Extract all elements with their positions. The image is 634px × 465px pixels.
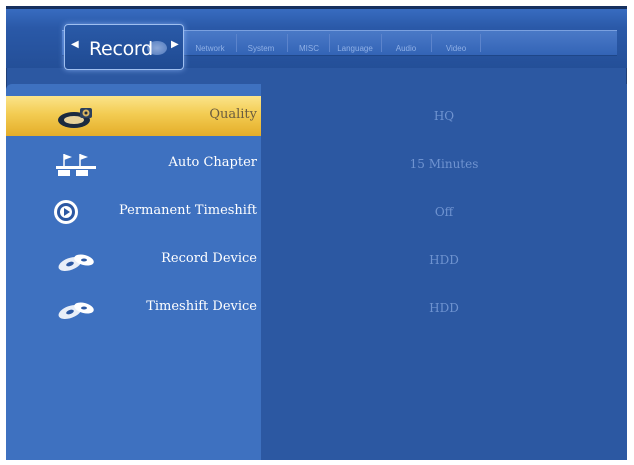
setting-row-record-device[interactable]: Record Device [6,240,261,280]
top-bar: Network System MISC Language Audio Video… [6,6,627,70]
setting-value-timeshift-device[interactable]: HDD [261,288,627,328]
tab-separator [287,34,288,52]
setting-label: Auto Chapter [168,155,257,170]
tab-system[interactable]: System [238,42,284,56]
setting-row-quality[interactable]: Quality [6,96,261,136]
setting-label: Quality [209,107,257,122]
setting-value-record-device[interactable]: HDD [261,240,627,280]
setting-label: Timeshift Device [146,299,257,314]
setting-label: Permanent Timeshift [118,203,257,218]
chevron-right-icon[interactable]: ▶ [171,39,179,50]
settings-screen: Network System MISC Language Audio Video… [6,6,627,460]
tab-separator [329,34,330,52]
tab-separator [381,34,382,52]
tab-network[interactable]: Network [186,42,234,56]
tab-misc[interactable]: MISC [291,42,327,56]
setting-row-timeshift-device[interactable]: Timeshift Device [6,288,261,328]
tab-video[interactable]: Video [433,42,479,56]
tab-separator [480,34,481,52]
timeshift-device-icon [58,302,94,319]
quality-icon [58,108,92,128]
tab-record[interactable]: ◀ Record ▶ [64,24,184,70]
active-tab-label: Record [89,38,153,60]
tab-language[interactable]: Language [331,42,379,56]
top-rule [6,6,627,9]
chevron-left-icon[interactable]: ◀ [71,39,79,50]
tab-separator [431,34,432,52]
setting-row-auto-chapter[interactable]: Auto Chapter [6,144,261,184]
setting-label: Record Device [161,251,257,266]
tab-audio[interactable]: Audio [383,42,429,56]
auto-chapter-icon [56,154,96,176]
timeshift-icon [54,200,78,224]
setting-row-permanent-timeshift[interactable]: Permanent Timeshift [6,192,261,232]
tab-separator [236,34,237,52]
setting-value-quality[interactable]: HQ [261,96,627,136]
setting-value-permanent-timeshift[interactable]: Off [261,192,627,232]
record-device-icon [58,254,94,271]
setting-value-auto-chapter[interactable]: 15 Minutes [261,144,627,184]
